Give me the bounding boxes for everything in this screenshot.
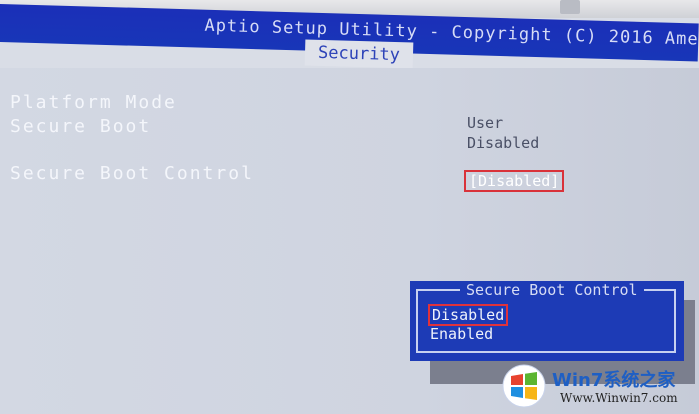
- popup-title: Secure Boot Control: [460, 281, 644, 299]
- secure-boot-control-popup: Secure Boot Control Disabled Enabled: [410, 281, 684, 361]
- platform-mode-label: Platform Mode: [10, 92, 177, 113]
- popup-option-disabled[interactable]: Disabled: [428, 304, 509, 326]
- popup-frame-top-left: [416, 289, 460, 291]
- watermark: Win7系统之家 Www.Winwin7.com: [500, 360, 699, 414]
- windows-logo-icon: [502, 364, 546, 408]
- platform-mode-value: User: [467, 114, 504, 132]
- secure-boot-control-label[interactable]: Secure Boot Control: [10, 163, 254, 184]
- secure-boot-label: Secure Boot: [10, 116, 152, 137]
- bezel-camera: [560, 0, 580, 14]
- secure-boot-control-value[interactable]: [Disabled]: [464, 170, 565, 192]
- watermark-url: Www.Winwin7.com: [560, 391, 678, 405]
- popup-frame-top-right: [638, 289, 676, 291]
- tab-security[interactable]: Security: [304, 39, 414, 69]
- bios-title: Aptio Setup Utility - Copyright (C) 2016…: [204, 15, 699, 51]
- secure-boot-value: Disabled: [467, 134, 540, 152]
- popup-option-enabled[interactable]: Enabled: [430, 325, 493, 343]
- watermark-text: Win7系统之家: [552, 370, 676, 391]
